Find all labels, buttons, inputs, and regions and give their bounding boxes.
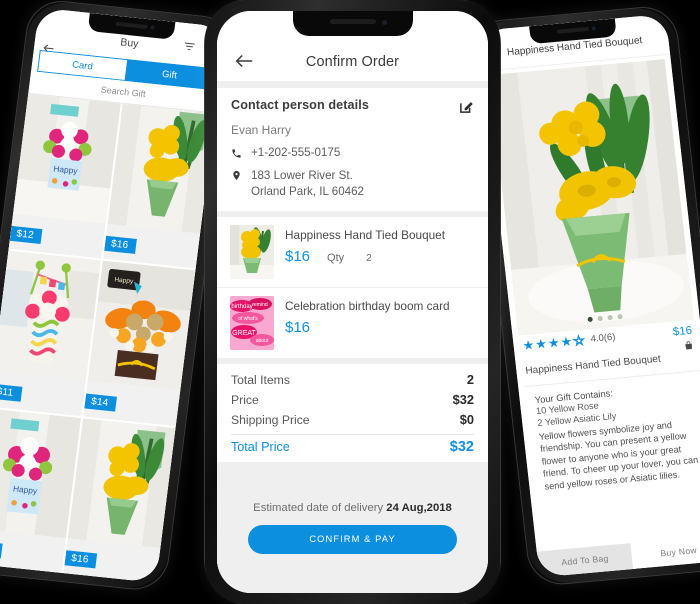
carousel-dot[interactable] xyxy=(607,314,613,321)
page-title: Confirm Order xyxy=(305,54,400,70)
order-item-name: Happiness Hand Tied Bouquet xyxy=(285,227,446,242)
left-phone-screen: Buy Card Gift Search Gift Happy $12 $16 … xyxy=(0,7,227,583)
gift-price-tag: $12 xyxy=(0,540,3,559)
grand-total-row: Total Price $32 xyxy=(231,437,474,458)
star-icon: ★ xyxy=(547,334,561,351)
gift-card-6[interactable]: $16 xyxy=(63,418,176,583)
gift-card-1[interactable]: Happy $12 xyxy=(8,93,121,259)
earpiece-speaker xyxy=(115,21,148,30)
gift-grid: Happy $12 $16 $11 Happy $14 Happy $16 xyxy=(0,93,216,583)
shopping-bag-icon[interactable] xyxy=(683,338,694,350)
order-item-thumbnail: birthday remind of what's GREAT about xyxy=(230,295,274,350)
total-row: Total Items 2 xyxy=(231,370,474,390)
front-camera xyxy=(150,25,155,30)
earpiece-speaker xyxy=(329,19,376,24)
star-icon: ★ xyxy=(534,335,548,352)
gift-price-tag: $12 xyxy=(9,226,43,245)
order-item-price: $16 xyxy=(285,247,311,265)
total-value: 2 xyxy=(466,372,474,388)
rating-text: 4.0(6) xyxy=(590,331,617,345)
eta-date: 24 Aug,2018 xyxy=(386,501,452,514)
total-label: Total Items xyxy=(231,373,290,388)
order-item-price-row: $16 xyxy=(285,319,450,336)
estimated-delivery: Estimated date of delivery 24 Aug,2018 xyxy=(253,502,452,514)
star-icon: ★ xyxy=(521,337,536,354)
order-item-text: Happiness Hand Tied Bouquet $16 Qty 2 xyxy=(285,225,445,265)
filter-icon[interactable] xyxy=(183,39,196,52)
contact-address-row: 183 Lower River St. Orland Park, IL 6046… xyxy=(231,168,474,199)
carousel-dot[interactable] xyxy=(597,315,603,322)
right-phone-mockup: Happiness Hand Tied Bouquet ★ ★ ★ ★ ☆ 4.… xyxy=(468,5,700,587)
order-item-price: $16 xyxy=(285,318,311,336)
grand-total-value: $32 xyxy=(449,439,474,456)
address-line-2: Orland Park, IL 60462 xyxy=(251,184,364,198)
order-item-qty-value: 2 xyxy=(366,252,372,264)
contact-card-header: Contact person details xyxy=(231,98,474,114)
left-phone-mockup: Buy Card Gift Search Gift Happy $12 $16 … xyxy=(0,0,237,592)
totals-divider xyxy=(231,433,474,435)
screenshot-canvas: Buy Card Gift Search Gift Happy $12 $16 … xyxy=(0,0,700,604)
confirm-footer: Estimated date of delivery 24 Aug,2018 C… xyxy=(217,461,488,593)
product-detail-screen: Happiness Hand Tied Bouquet ★ ★ ★ ★ ☆ 4.… xyxy=(478,13,700,578)
svg-text:GREAT: GREAT xyxy=(232,330,256,337)
order-item-price-row: $16 Qty 2 xyxy=(285,248,445,265)
svg-text:of what's: of what's xyxy=(238,316,258,322)
gift-price-tag: $16 xyxy=(64,550,98,569)
order-item-row[interactable]: birthday remind of what's GREAT about Ce… xyxy=(217,288,488,358)
gift-price-tag: $14 xyxy=(84,393,118,412)
order-item-thumbnail xyxy=(230,224,274,279)
confirm-and-pay-button[interactable]: CONFIRM & PAY xyxy=(248,524,457,554)
back-arrow-icon[interactable] xyxy=(233,50,255,72)
contact-name: Evan Harry xyxy=(231,123,292,137)
star-outline-icon: ☆ xyxy=(572,332,586,349)
product-description-block: Your Gift Contains: 10 Yellow Rose 2 Yel… xyxy=(524,370,700,552)
star-icon: ★ xyxy=(559,333,573,350)
earpiece-speaker xyxy=(556,26,589,34)
total-row: Price $32 xyxy=(231,390,474,410)
order-item-qty-label: Qty xyxy=(327,251,345,264)
right-phone-screen: Happiness Hand Tied Bouquet ★ ★ ★ ★ ☆ 4.… xyxy=(478,13,700,578)
confirm-order-screen: Confirm Order Contact person details Eva… xyxy=(217,11,488,593)
center-phone-mockup: Confirm Order Contact person details Eva… xyxy=(205,0,500,604)
gift-card-4[interactable]: Happy $14 xyxy=(83,260,196,426)
order-item-row[interactable]: Happiness Hand Tied Bouquet $16 Qty 2 xyxy=(217,217,488,288)
order-item-name: Celebration birthday boom card xyxy=(285,298,450,313)
center-phone-notch xyxy=(292,11,413,36)
order-item-text: Celebration birthday boom card $16 xyxy=(285,296,450,336)
total-row: Shipping Price $0 xyxy=(231,410,474,430)
gift-list-screen: Buy Card Gift Search Gift Happy $12 $16 … xyxy=(0,7,227,583)
svg-text:birthday: birthday xyxy=(231,304,252,310)
total-label: Price xyxy=(231,393,259,408)
front-camera xyxy=(381,20,387,25)
phone-icon xyxy=(231,146,242,160)
gift-price-tag: $11 xyxy=(0,383,23,402)
order-items-card: Happiness Hand Tied Bouquet $16 Qty 2 bi… xyxy=(217,216,488,358)
contact-address: 183 Lower River St. Orland Park, IL 6046… xyxy=(251,168,364,199)
svg-text:about: about xyxy=(256,338,269,344)
total-value: $0 xyxy=(459,412,474,428)
svg-text:remind: remind xyxy=(252,302,268,308)
eta-prefix: Estimated date of delivery xyxy=(253,501,387,514)
product-price: $16 xyxy=(672,324,693,338)
edit-pencil-icon[interactable] xyxy=(459,99,474,114)
total-label: Shipping Price xyxy=(231,413,310,428)
back-arrow-icon[interactable] xyxy=(40,41,57,55)
order-totals-card: Total Items 2 Price $32 Shipping Price $… xyxy=(217,363,488,462)
gift-price-tag: $16 xyxy=(104,236,138,255)
front-camera xyxy=(591,26,596,31)
carousel-dot[interactable] xyxy=(587,316,593,323)
contact-phone-row: +1-202-555-0175 xyxy=(231,145,474,160)
address-line-1: 183 Lower River St. xyxy=(251,169,353,183)
location-pin-icon xyxy=(231,169,242,183)
center-phone-screen: Confirm Order Contact person details Eva… xyxy=(217,11,488,593)
grand-total-label: Total Price xyxy=(231,440,290,455)
product-description: Yellow flowers symbolize joy and friends… xyxy=(538,419,699,492)
contact-person-card: Contact person details Evan Harry +1-202… xyxy=(217,88,488,211)
total-value: $32 xyxy=(452,392,474,408)
gift-card-2[interactable]: $16 xyxy=(103,103,216,269)
product-hero-image[interactable] xyxy=(489,59,694,336)
contact-phone: +1-202-555-0175 xyxy=(251,146,341,159)
contact-title: Contact person details xyxy=(231,98,369,112)
carousel-dot[interactable] xyxy=(617,313,623,320)
